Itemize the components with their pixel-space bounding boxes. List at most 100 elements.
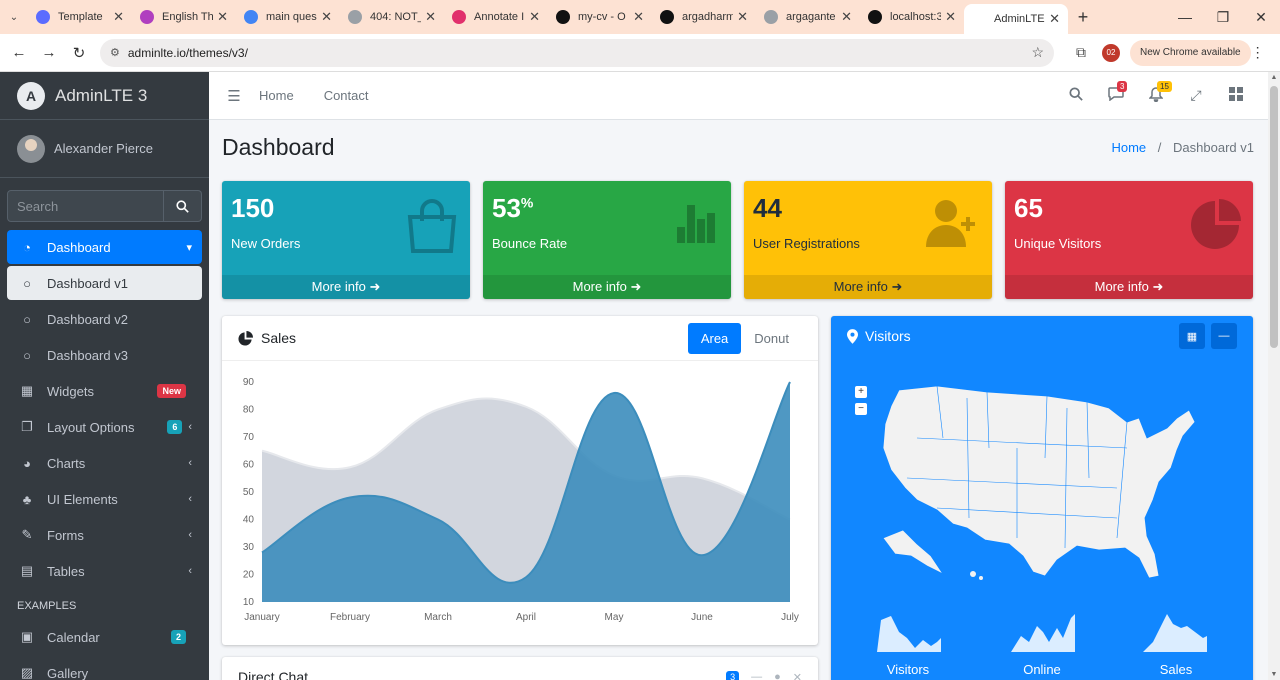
nav-contact-link[interactable]: Contact: [324, 88, 369, 103]
online-sparkline: [1011, 614, 1075, 652]
tab-donut[interactable]: Donut: [741, 323, 802, 354]
back-button[interactable]: ←: [4, 44, 34, 61]
tab-close-icon[interactable]: ✕: [321, 9, 332, 25]
page-scrollbar[interactable]: ▲ ▼: [1268, 72, 1280, 680]
sidebar-search: Search: [7, 190, 202, 222]
tab-close-icon[interactable]: ✕: [841, 9, 852, 25]
browser-tab[interactable]: Template ✕: [28, 0, 132, 34]
arrow-circle-right-icon: ➜: [369, 279, 381, 294]
chrome-update-button[interactable]: New Chrome available: [1130, 39, 1251, 66]
site-info-icon[interactable]: ⚙: [110, 46, 120, 59]
browser-tab[interactable]: Annotate I ✕: [444, 0, 548, 34]
small-box-value: 44: [753, 193, 782, 223]
minus-icon[interactable]: —: [751, 671, 762, 680]
forward-button[interactable]: →: [34, 44, 64, 61]
chevron-left-icon: ‹: [188, 493, 192, 505]
comments-icon[interactable]: ●: [774, 671, 781, 680]
browser-tab[interactable]: English Th ✕: [132, 0, 236, 34]
address-bar[interactable]: ⚙ adminlte.io/themes/v3/ ☆: [100, 38, 1054, 67]
maximize-button[interactable]: ❐: [1204, 0, 1242, 34]
close-icon[interactable]: ✕: [793, 671, 802, 680]
browser-tab[interactable]: 404: NOT_ ✕: [340, 0, 444, 34]
tab-close-icon[interactable]: ✕: [737, 9, 748, 25]
chrome-menu-icon[interactable]: ⋮: [1251, 44, 1265, 61]
tab-close-icon[interactable]: ✕: [633, 9, 644, 25]
usa-map[interactable]: [877, 378, 1207, 588]
sidebar-item-tables[interactable]: ▤ Tables ‹: [7, 554, 202, 588]
tab-close-icon[interactable]: ✕: [113, 9, 124, 25]
map-zoom-out-button[interactable]: −: [855, 403, 867, 415]
nav-home-link[interactable]: Home: [259, 88, 294, 103]
browser-tab[interactable]: argadharm ✕: [652, 0, 756, 34]
pie-chart-icon: [1189, 199, 1241, 254]
page-title: Dashboard: [222, 133, 335, 160]
sidebar-item-forms[interactable]: ✎ Forms ‹: [7, 518, 202, 552]
arrow-circle-right-icon: ➜: [891, 279, 903, 294]
brand-link[interactable]: A AdminLTE 3: [0, 72, 209, 120]
sidebar-item-gallery[interactable]: ▨ Gallery: [7, 656, 202, 680]
small-box-label: New Orders: [231, 236, 301, 251]
fullscreen-expand-icon[interactable]: ⤢: [1176, 87, 1216, 104]
tab-search-button[interactable]: ⌄: [0, 0, 28, 34]
more-info-link[interactable]: More info ➜: [1005, 275, 1253, 299]
reload-button[interactable]: ↻: [64, 44, 94, 62]
more-info-link[interactable]: More info ➜: [483, 275, 731, 299]
navbar-search-icon[interactable]: [1056, 87, 1096, 104]
close-window-button[interactable]: ✕: [1242, 0, 1280, 34]
x-tick-label: July: [781, 612, 799, 623]
scroll-down-arrow-icon[interactable]: ▼: [1268, 671, 1280, 678]
sidebar-item-calendar[interactable]: ▣ Calendar 2: [7, 620, 202, 654]
visitors-sparkline-label: Visitors: [886, 662, 930, 677]
tab-title: my-cv - O: [578, 11, 626, 23]
sidebar-item-widgets[interactable]: ▦ Widgets New: [7, 374, 202, 408]
sidebar-item-dashboard-v1[interactable]: ○ Dashboard v1: [7, 266, 202, 300]
tab-area[interactable]: Area: [687, 322, 742, 354]
breadcrumb-home-link[interactable]: Home: [1111, 140, 1146, 155]
extensions-icon[interactable]: ⧉: [1066, 44, 1096, 61]
minimize-button[interactable]: —: [1166, 0, 1204, 34]
arrow-circle-right-icon: ➜: [630, 279, 642, 294]
scroll-up-arrow-icon[interactable]: ▲: [1268, 74, 1280, 81]
tab-close-icon[interactable]: ✕: [529, 9, 540, 25]
scrollbar-thumb[interactable]: [1270, 86, 1278, 348]
control-sidebar-grid-icon[interactable]: [1216, 87, 1256, 104]
map-zoom-in-button[interactable]: +: [855, 386, 867, 398]
tab-close-icon[interactable]: ✕: [945, 9, 956, 25]
collapse-button[interactable]: —: [1211, 323, 1237, 349]
examples-header: EXAMPLES: [17, 600, 77, 612]
browser-tab[interactable]: my-cv - O ✕: [548, 0, 652, 34]
notifications-bell-icon[interactable]: 15: [1136, 80, 1176, 105]
sidebar-item-ui-elements[interactable]: ♣ UI Elements ‹: [7, 482, 202, 516]
sidebar-search-input[interactable]: Search: [7, 190, 164, 222]
browser-tab[interactable]: main ques ✕: [236, 0, 340, 34]
sidebar-item-layout-options[interactable]: ❐ Layout Options 6 ‹: [7, 410, 202, 444]
sidebar-search-button[interactable]: [164, 190, 202, 222]
tab-title: Annotate I: [474, 11, 525, 23]
calendar-button[interactable]: ▦: [1179, 323, 1205, 349]
browser-tab[interactable]: AdminLTE ✕: [964, 4, 1068, 34]
messages-icon[interactable]: 3: [1096, 81, 1136, 104]
tab-favicon-icon: [868, 10, 882, 24]
user-name-link[interactable]: Alexander Pierce: [54, 141, 153, 156]
tab-close-icon[interactable]: ✕: [1049, 11, 1060, 27]
more-info-link[interactable]: More info ➜: [222, 275, 470, 299]
new-tab-button[interactable]: +: [1068, 0, 1098, 34]
more-info-link[interactable]: More info ➜: [744, 275, 992, 299]
bookmark-star-icon[interactable]: ☆: [1031, 44, 1044, 61]
small-box-value: 65: [1014, 193, 1043, 223]
sidebar-item-charts[interactable]: ◕ Charts ‹: [7, 446, 202, 480]
sidebar-item-dashboard-v2[interactable]: ○ Dashboard v2: [7, 302, 202, 336]
tab-favicon-icon: [972, 12, 986, 26]
tab-close-icon[interactable]: ✕: [217, 9, 228, 25]
tab-close-icon[interactable]: ✕: [425, 9, 436, 25]
y-tick-label: 70: [243, 432, 255, 443]
profile-avatar[interactable]: 02: [1102, 43, 1120, 62]
browser-tab[interactable]: localhost:3 ✕: [860, 0, 964, 34]
sidebar-toggle-icon[interactable]: ☰: [209, 87, 259, 105]
user-avatar[interactable]: [17, 134, 45, 163]
small-box-value: 53%: [492, 193, 534, 223]
tab-favicon-icon: [452, 10, 466, 24]
sidebar-item-dashboard-v3[interactable]: ○ Dashboard v3: [7, 338, 202, 372]
sidebar-item-dashboard[interactable]: ◔ Dashboard ▾: [7, 230, 202, 264]
browser-tab[interactable]: argagante ✕: [756, 0, 860, 34]
